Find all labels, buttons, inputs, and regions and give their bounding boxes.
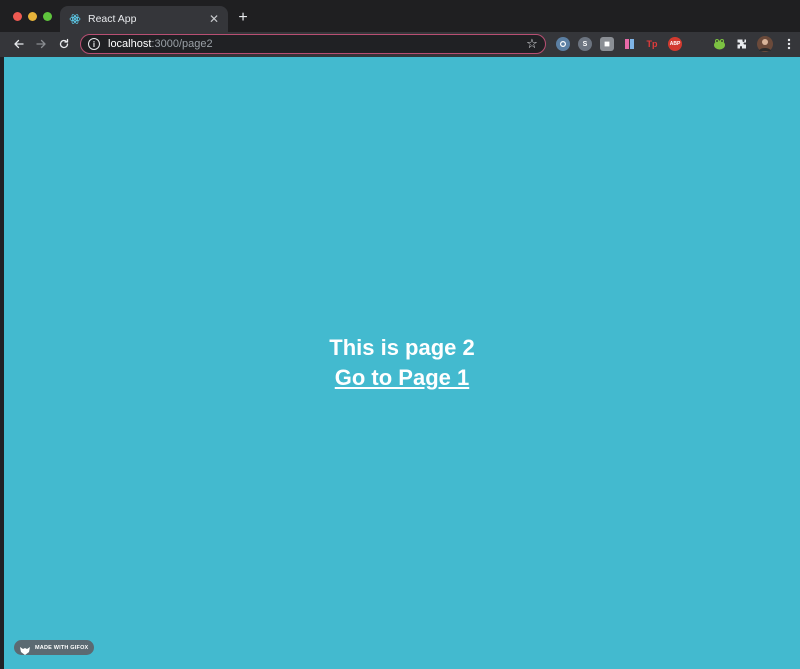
url-host: localhost: [108, 38, 152, 50]
gifox-badge: MADE WITH GIFOX: [14, 640, 94, 655]
gifox-badge-text: MADE WITH GIFOX: [35, 644, 89, 651]
close-window-button[interactable]: [13, 12, 22, 21]
extension-icon-1[interactable]: [556, 37, 570, 51]
go-to-page-1-link[interactable]: Go to Page 1: [335, 363, 469, 393]
reload-icon[interactable]: [55, 35, 73, 53]
url-path: :3000/page2: [151, 38, 213, 50]
back-arrow-icon[interactable]: [10, 35, 28, 53]
react-logo-icon: [69, 13, 81, 25]
extension-icon-frog[interactable]: [712, 37, 726, 51]
extension-icon-2[interactable]: S: [578, 37, 592, 51]
close-tab-icon[interactable]: ✕: [206, 11, 222, 27]
tab-title: React App: [88, 13, 137, 25]
url-text: localhost:3000/page2: [108, 38, 525, 50]
address-bar[interactable]: i localhost:3000/page2 ☆: [80, 34, 546, 54]
minimize-window-button[interactable]: [28, 12, 37, 21]
extension-icon-abp[interactable]: ABP: [668, 37, 682, 51]
menu-dots-icon[interactable]: [780, 35, 798, 53]
page-content: This is page 2 Go to Page 1: [4, 333, 800, 393]
browser-toolbar: i localhost:3000/page2 ☆ S Tp ABP: [0, 32, 800, 57]
extension-icon-4[interactable]: [623, 37, 637, 51]
bookmark-star-icon[interactable]: ☆: [525, 36, 539, 52]
gifox-logo-icon: [19, 643, 31, 655]
new-tab-button[interactable]: +: [234, 9, 252, 27]
tab-strip: React App ✕ +: [0, 0, 800, 32]
extensions-puzzle-icon[interactable]: [735, 37, 749, 51]
extension-icon-3[interactable]: [600, 37, 614, 51]
page-heading: This is page 2: [329, 335, 475, 360]
extension-icon-tp[interactable]: Tp: [645, 37, 659, 51]
profile-avatar[interactable]: [757, 36, 773, 52]
maximize-window-button[interactable]: [43, 12, 52, 21]
info-icon[interactable]: i: [88, 38, 100, 50]
tab-react-app[interactable]: React App ✕: [60, 6, 228, 32]
page-viewport: This is page 2 Go to Page 1 MADE WITH GI…: [4, 57, 800, 669]
forward-arrow-icon[interactable]: [32, 35, 50, 53]
browser-window: React App ✕ + i localhost:3000/page2 ☆ S: [0, 0, 800, 669]
